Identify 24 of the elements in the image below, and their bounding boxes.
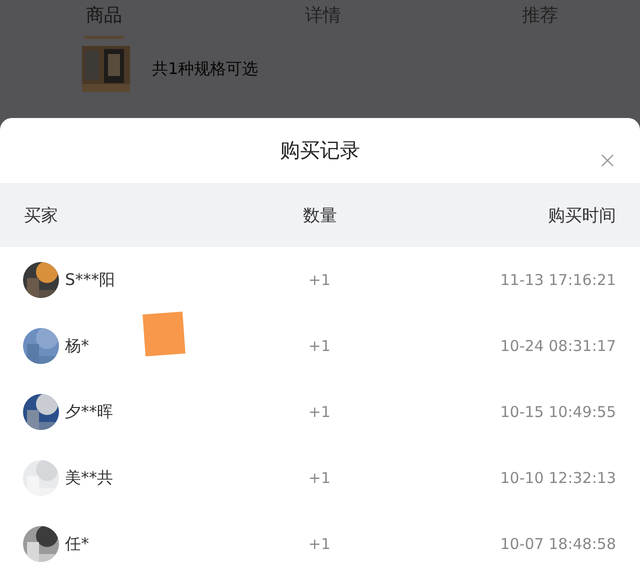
buyer-name: 任* — [65, 534, 89, 554]
quantity: +1 — [307, 337, 332, 355]
sheet-title: 购买记录 — [280, 137, 360, 164]
purchase-time: 10-15 10:49:55 — [499, 403, 616, 421]
paper-scrap — [142, 312, 186, 356]
buyer-name: 美**共 — [65, 468, 113, 488]
column-label: 购买时间 — [546, 204, 616, 226]
purchase-time: 10-10 12:32:13 — [499, 469, 616, 487]
tab-underline — [84, 36, 124, 39]
purchase-time: 10-24 08:31:17 — [499, 337, 616, 355]
quantity: +1 — [307, 403, 332, 421]
quantity: +1 — [307, 535, 332, 553]
purchase-time: 10-07 18:48:58 — [499, 535, 616, 553]
buyer-name: 夕**晖 — [65, 402, 113, 422]
buyer-name: 杨* — [65, 336, 89, 356]
quantity: +1 — [307, 469, 332, 487]
quantity: +1 — [307, 271, 332, 289]
close-icon[interactable] — [601, 154, 614, 167]
column-label: 数量 — [302, 204, 338, 226]
column-label: 买家 — [24, 204, 59, 226]
tab[interactable]: 商品 — [86, 4, 122, 28]
purchase-time: 11-13 17:16:21 — [499, 271, 616, 289]
spec-text: 共1种规格可选 — [152, 58, 258, 80]
buyer-name: S***阳 — [65, 270, 116, 290]
